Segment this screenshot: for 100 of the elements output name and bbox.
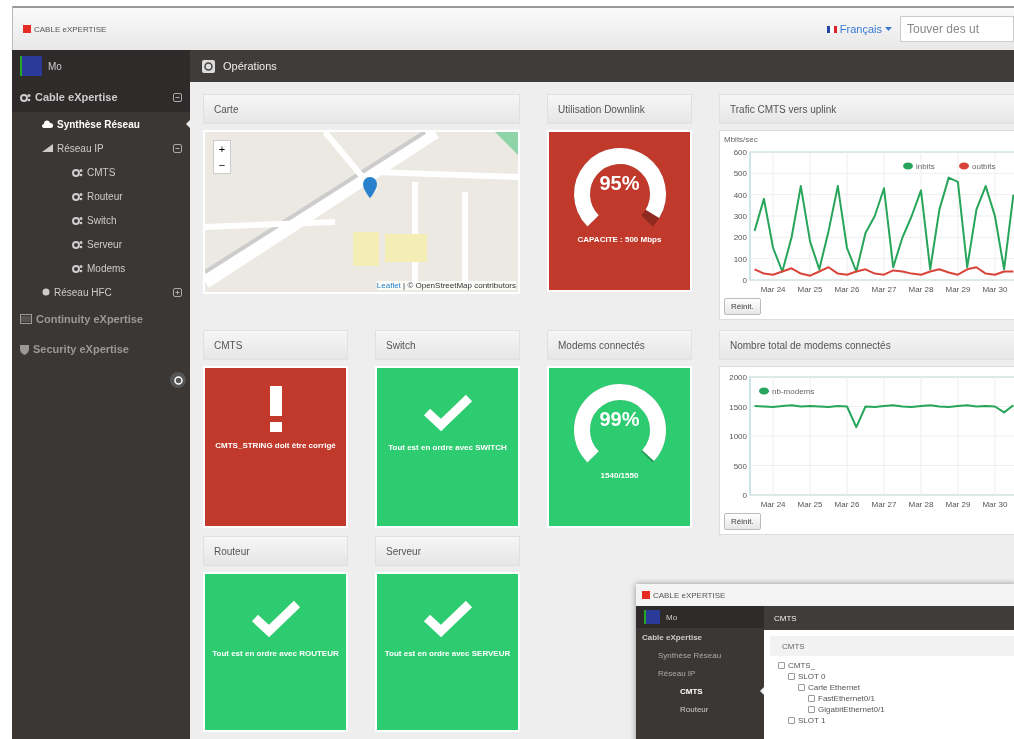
status-message: Tout est en ordre avec SERVEUR bbox=[383, 648, 512, 660]
flag-icon bbox=[826, 25, 837, 33]
user-name[interactable]: Mo bbox=[48, 60, 62, 72]
x-tick-label: Mar 24 bbox=[760, 285, 786, 294]
sidebar-item[interactable]: Routeur bbox=[12, 184, 190, 208]
tree-item[interactable]: Carte Ethernet bbox=[808, 683, 861, 692]
panel-title: Modems connectés bbox=[547, 330, 692, 360]
x-tick-label: Mar 25 bbox=[797, 285, 823, 294]
sidebar-item[interactable]: Security eXpertise bbox=[12, 334, 190, 364]
globe-icon bbox=[42, 288, 50, 296]
user-name: Mo bbox=[666, 612, 678, 622]
y-tick-label: 0 bbox=[742, 491, 747, 500]
cogs-icon bbox=[72, 215, 83, 225]
status-message: Tout est en ordre avec ROUTEUR bbox=[211, 648, 340, 660]
x-tick-label: Mar 29 bbox=[945, 500, 971, 509]
shield-icon bbox=[20, 343, 29, 355]
legend-label: inbits bbox=[916, 162, 935, 171]
sidebar-item[interactable]: CMTS bbox=[12, 160, 190, 184]
sidebar-item[interactable]: Cable eXpertise bbox=[12, 82, 190, 112]
logo-icon bbox=[642, 591, 650, 599]
x-tick-label: Mar 25 bbox=[797, 500, 823, 509]
node-icon bbox=[808, 695, 815, 702]
node-icon bbox=[788, 717, 795, 724]
attribution-link[interactable]: Leaflet bbox=[376, 281, 401, 290]
y-tick-label: 1000 bbox=[729, 432, 747, 441]
x-tick-label: Mar 24 bbox=[760, 500, 786, 509]
page-title: CMTS bbox=[774, 613, 797, 623]
sidebar-item[interactable]: Réseau HFC bbox=[12, 280, 190, 304]
y-tick-label: 300 bbox=[733, 212, 747, 221]
caret-icon bbox=[885, 27, 892, 31]
y-tick-label: 0 bbox=[742, 276, 747, 285]
x-tick-label: Mar 26 bbox=[834, 285, 860, 294]
x-tick-label: Mar 27 bbox=[871, 285, 897, 294]
refresh-icon bbox=[202, 59, 215, 73]
panel-title: CMTS bbox=[203, 330, 348, 360]
tree-item[interactable]: SLOT 1 bbox=[798, 716, 826, 725]
reset-button[interactable]: Réinit. bbox=[724, 513, 761, 530]
y-tick-label: 500 bbox=[733, 461, 747, 471]
y-tick-label: 500 bbox=[733, 169, 747, 179]
calendar-icon bbox=[20, 314, 32, 324]
sidebar-item[interactable]: Réseau IP bbox=[636, 664, 764, 682]
cogs-icon bbox=[72, 191, 83, 201]
sidebar-item[interactable]: Switch bbox=[12, 208, 190, 232]
sidebar-item[interactable]: Continuity eXpertise bbox=[12, 304, 190, 334]
tree-item[interactable]: SLOT 0 bbox=[798, 672, 826, 681]
panel-title: Serveur bbox=[375, 536, 520, 566]
search-field[interactable]: Touver des ut bbox=[900, 16, 1014, 42]
avatar-icon bbox=[644, 610, 660, 624]
gauge-value: 95% bbox=[599, 172, 640, 196]
legend-dot bbox=[759, 387, 769, 395]
collapse-icon[interactable] bbox=[173, 92, 182, 102]
panel-title: Routeur bbox=[203, 536, 348, 566]
collapse-icon[interactable] bbox=[173, 143, 182, 153]
sidebar-item[interactable]: Synthèse Réseau bbox=[636, 646, 764, 664]
cogs-icon bbox=[72, 167, 83, 177]
language-dropdown[interactable]: Français bbox=[826, 23, 892, 35]
x-tick-label: Mar 28 bbox=[908, 285, 934, 294]
y-tick-label: 600 bbox=[733, 148, 747, 157]
sidebar-item[interactable]: Routeur bbox=[636, 700, 764, 718]
panel-title: Trafic CMTS vers uplink bbox=[719, 94, 1014, 124]
check-icon bbox=[421, 392, 474, 432]
node-icon bbox=[778, 662, 785, 669]
y-tick-label: 2000 bbox=[729, 373, 747, 382]
panel-title: Nombre total de modems connectés bbox=[719, 330, 1014, 360]
cogs-icon bbox=[72, 263, 83, 273]
cogs-icon bbox=[72, 239, 83, 249]
legend-dot bbox=[903, 162, 913, 170]
cogs-icon bbox=[20, 92, 31, 102]
node-icon bbox=[808, 706, 815, 713]
x-tick-label: Mar 27 bbox=[871, 500, 897, 509]
y-tick-label: 1500 bbox=[729, 402, 747, 412]
logo-icon bbox=[23, 25, 31, 33]
sidebar-item[interactable]: Serveur bbox=[12, 232, 190, 256]
map-placeholder[interactable]: + − Leaflet | © OpenStreetMap contributors bbox=[203, 130, 520, 294]
sidebar-item[interactable]: Cable eXpertise bbox=[636, 628, 764, 646]
expand-icon[interactable] bbox=[173, 287, 182, 297]
legend-label: outbits bbox=[972, 162, 996, 171]
y-tick-label: 200 bbox=[733, 233, 747, 243]
circle-icon bbox=[173, 375, 183, 385]
map-attribution: | © OpenStreetMap contributors bbox=[403, 281, 516, 290]
x-tick-label: Mar 26 bbox=[834, 500, 860, 509]
legend-label: nb-modems bbox=[772, 387, 815, 396]
cloud-icon bbox=[42, 120, 53, 128]
check-icon bbox=[421, 598, 474, 638]
tree-item[interactable]: FastEthernet0/1 bbox=[818, 694, 875, 703]
panel-title: Carte bbox=[203, 94, 520, 124]
toggle-sidebar-button[interactable] bbox=[170, 372, 186, 388]
page-title: Opérations bbox=[223, 60, 277, 72]
reset-button[interactable]: Réinit. bbox=[724, 298, 761, 315]
check-icon bbox=[249, 598, 302, 638]
tree-item[interactable]: GigabitEthernet0/1 bbox=[818, 705, 885, 714]
status-message: Tout est en ordre avec SWITCH bbox=[387, 442, 508, 454]
logo-text: CABLE eXPERTISE bbox=[653, 590, 726, 600]
panel-title: Switch bbox=[375, 330, 520, 360]
sidebar-item[interactable]: Réseau IP bbox=[12, 136, 190, 160]
tree-item[interactable]: CMTS_ bbox=[788, 661, 816, 670]
node-icon bbox=[798, 684, 805, 691]
x-tick-label: Mar 30 bbox=[982, 285, 1008, 294]
sidebar-item[interactable]: Modems bbox=[12, 256, 190, 280]
logo-text: CABLE eXPERTISE bbox=[34, 24, 107, 34]
